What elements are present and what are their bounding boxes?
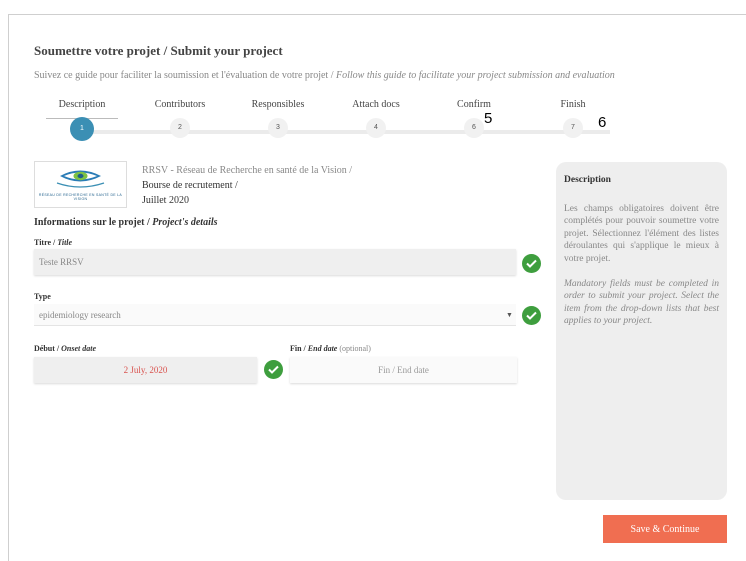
- step-description[interactable]: Description 1: [34, 96, 130, 141]
- section-title-fr: Informations sur le projet /: [34, 217, 153, 228]
- step-attach-docs[interactable]: Attach docs 4: [328, 96, 424, 138]
- help-text-fr: Les champs obligatoires doivent être com…: [564, 203, 719, 264]
- step-label: Description: [46, 96, 118, 119]
- overlay-number: 6: [598, 114, 607, 131]
- step-circle: 2: [170, 118, 190, 138]
- step-label: Contributors: [154, 99, 206, 110]
- end-label-en: End date: [307, 344, 338, 353]
- end-label-fr: Fin /: [290, 344, 308, 353]
- step-confirm[interactable]: Confirm 6: [426, 96, 522, 138]
- start-date-label: Début / Onset date: [34, 344, 96, 353]
- section-title: Informations sur le projet / Project's d…: [34, 217, 218, 228]
- step-label: Attach docs: [352, 99, 400, 110]
- title-input[interactable]: Teste RRSV: [34, 249, 516, 275]
- check-icon: [264, 360, 283, 379]
- dropdown-arrow-icon[interactable]: ▼: [506, 311, 513, 319]
- logo-text: RÉSEAU DE RECHERCHE EN SANTÉ DE LA VISIO…: [38, 193, 123, 201]
- organization-name: RRSV - Réseau de Recherche en santé de l…: [142, 165, 353, 176]
- step-circle: 7: [563, 118, 583, 138]
- help-heading: Description: [564, 175, 611, 185]
- check-icon: [522, 306, 541, 325]
- check-icon: [522, 254, 541, 273]
- progress-stepper: Description 1 Contributors 2 Responsible…: [34, 96, 614, 146]
- step-finish[interactable]: Finish 7: [525, 96, 621, 138]
- organization-logo: RÉSEAU DE RECHERCHE EN SANTÉ DE LA VISIO…: [34, 161, 127, 208]
- step-circle: 3: [268, 118, 288, 138]
- award-date: Juillet 2020: [142, 195, 189, 206]
- type-select[interactable]: epidemiology research: [34, 304, 516, 326]
- type-label: Type: [34, 292, 51, 301]
- step-label: Finish: [560, 99, 586, 110]
- overlay-number: 5: [484, 110, 493, 127]
- subtitle-fr: Suivez ce guide pour faciliter la soumis…: [34, 70, 336, 81]
- title-label: Titre / Title: [34, 238, 72, 247]
- step-label: Responsibles: [251, 99, 305, 110]
- page-subtitle: Suivez ce guide pour faciliter la soumis…: [34, 70, 615, 81]
- start-label-en: Onset date: [61, 344, 97, 353]
- start-date-input[interactable]: 2 July, 2020: [34, 357, 257, 383]
- award-name: Bourse de recrutement /: [142, 180, 238, 191]
- organization-info: RRSV - Réseau de Recherche en santé de l…: [142, 163, 352, 208]
- page-title: Soumettre votre projet / Submit your pro…: [34, 43, 283, 58]
- step-circle: 4: [366, 118, 386, 138]
- help-panel: Description Les champs obligatoires doiv…: [556, 162, 727, 500]
- step-circle: 1: [70, 117, 94, 141]
- step-contributors[interactable]: Contributors 2: [132, 96, 228, 138]
- start-label-fr: Début /: [34, 344, 62, 353]
- title-label-fr: Titre /: [34, 238, 58, 247]
- subtitle-en: Follow this guide to facilitate your pro…: [336, 70, 615, 81]
- step-circle: 6: [464, 118, 484, 138]
- end-date-input[interactable]: Fin / End date: [290, 357, 517, 383]
- end-date-label: Fin / End date (optional): [290, 344, 371, 353]
- step-responsibles[interactable]: Responsibles 3: [230, 96, 326, 138]
- title-label-en: Title: [57, 238, 73, 247]
- step-label: Confirm: [457, 99, 491, 110]
- section-title-en: Project's details: [152, 217, 218, 228]
- help-text-en: Mandatory fields must be completed in or…: [564, 278, 719, 327]
- save-continue-button[interactable]: Save & Continue: [603, 515, 727, 543]
- end-label-optional: (optional): [337, 344, 371, 353]
